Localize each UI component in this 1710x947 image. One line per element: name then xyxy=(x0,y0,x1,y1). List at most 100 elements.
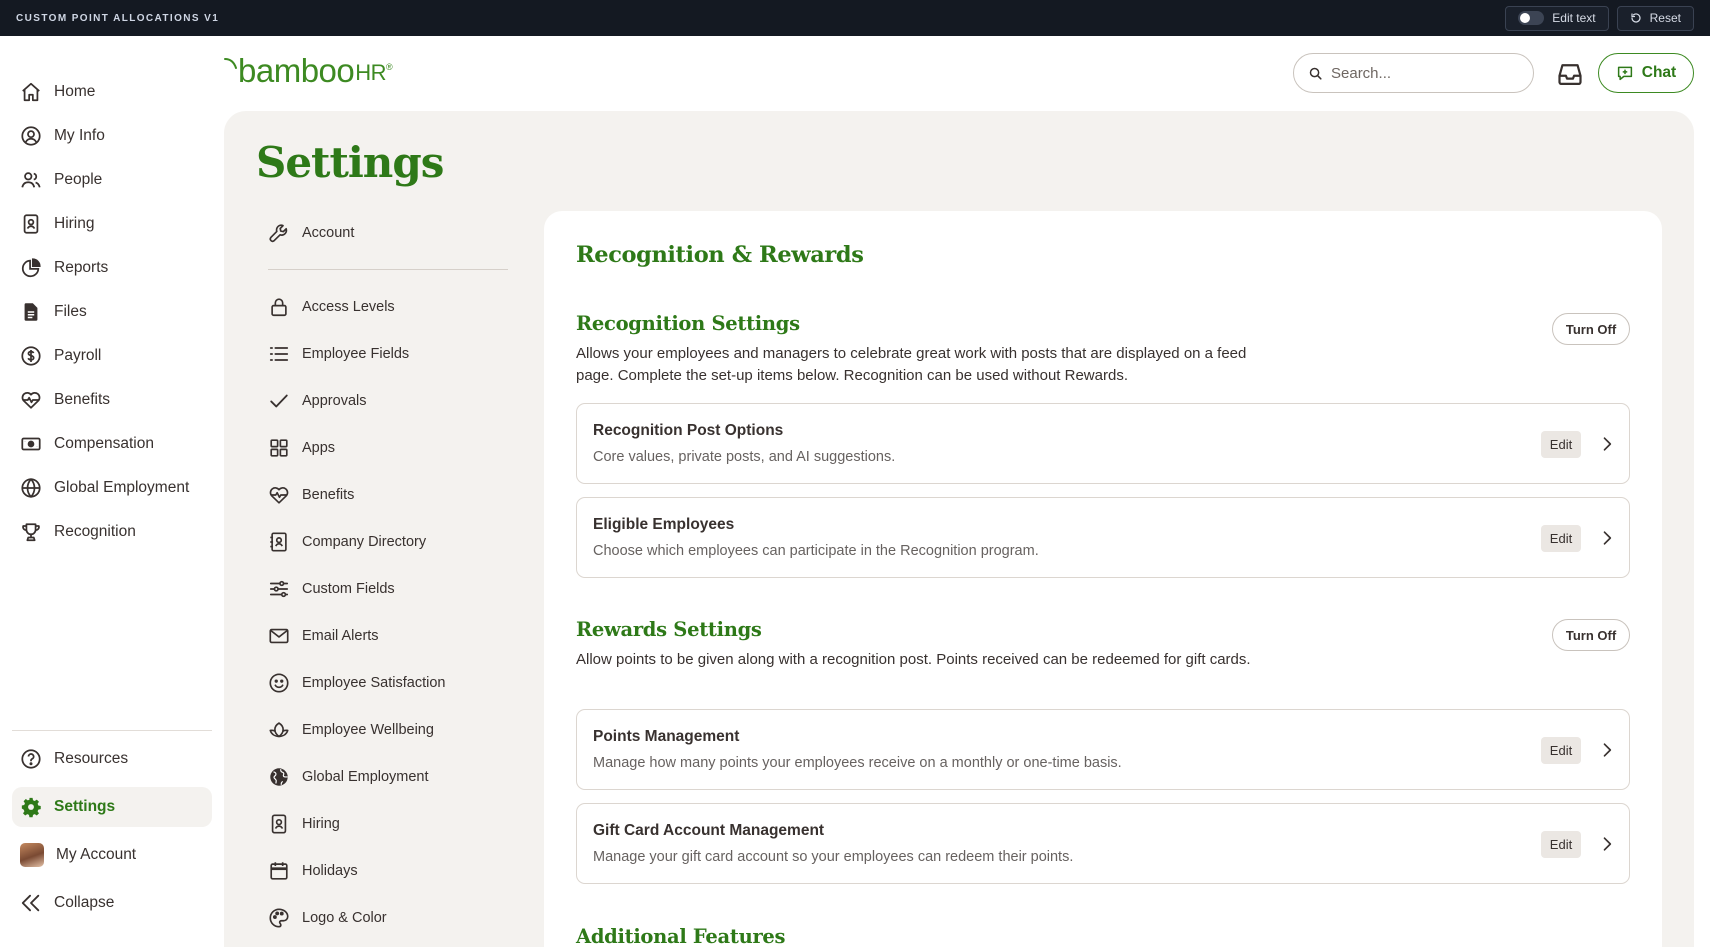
home-icon xyxy=(22,82,40,102)
recognition-description: Allows your employees and managers to ce… xyxy=(576,345,1247,384)
edit-text-toggle[interactable]: Edit text xyxy=(1505,5,1609,31)
settings-item-label: Custom Fields xyxy=(302,581,395,597)
settings-item-company-directory[interactable]: Company Directory xyxy=(268,525,512,559)
globe-icon xyxy=(21,478,41,498)
nav-item-people[interactable]: People xyxy=(12,160,212,200)
settings-item-access-levels[interactable]: Access Levels xyxy=(268,290,512,324)
settings-item-employee-satisfaction[interactable]: Employee Satisfaction xyxy=(268,666,512,700)
settings-item-label: Hiring xyxy=(302,816,340,832)
edit-button[interactable]: Edit xyxy=(1541,431,1581,458)
settings-item-label: Employee Satisfaction xyxy=(302,675,446,691)
nav-item-collapse[interactable]: Collapse xyxy=(12,883,212,923)
cash-icon xyxy=(21,437,41,451)
settings-item-global-employment[interactable]: Global Employment xyxy=(268,760,512,794)
nav-label: Compensation xyxy=(54,435,154,452)
search-box[interactable] xyxy=(1293,53,1534,93)
edit-button[interactable]: Edit xyxy=(1541,831,1581,858)
rewards-description: Allow points to be given along with a re… xyxy=(576,651,1251,668)
list-icon xyxy=(269,347,289,361)
edit-button[interactable]: Edit xyxy=(1541,737,1581,764)
nav-label: Benefits xyxy=(54,391,111,408)
settings-item-benefits[interactable]: Benefits xyxy=(268,478,512,512)
nav-label: Recognition xyxy=(54,523,136,540)
bamboohr-logo[interactable]: bamboo HR ® xyxy=(224,52,393,90)
nav-item-payroll[interactable]: Payroll xyxy=(12,336,212,376)
nav-item-my-account[interactable]: My Account xyxy=(12,835,212,875)
reset-button[interactable]: Reset xyxy=(1616,5,1694,31)
rewards-turn-off-button[interactable]: Turn Off xyxy=(1552,619,1630,651)
palette-icon xyxy=(269,908,289,928)
badge-icon xyxy=(23,214,39,234)
lock-icon xyxy=(271,298,287,317)
settings-item-employee-fields[interactable]: Employee Fields xyxy=(268,337,512,371)
nav-item-compensation[interactable]: Compensation xyxy=(12,424,212,464)
settings-item-logo-color[interactable]: Logo & Color xyxy=(268,901,512,935)
nav-label: Reports xyxy=(54,259,109,276)
nav-label: Home xyxy=(54,83,96,100)
row-subtitle: Choose which employees can participate i… xyxy=(593,543,1039,559)
additional-features-heading: Additional Features xyxy=(576,925,786,947)
nav-item-benefits[interactable]: Benefits xyxy=(12,380,212,420)
pie-chart-icon xyxy=(21,258,41,278)
points-management-row[interactable]: Points Management Manage how many points… xyxy=(576,709,1630,790)
nav-label: Collapse xyxy=(54,894,115,911)
badge-icon xyxy=(271,814,287,834)
settings-item-label: Apps xyxy=(302,440,336,456)
logo-hr-text: HR xyxy=(355,60,387,85)
nav-item-resources[interactable]: Resources xyxy=(12,739,212,779)
reset-icon xyxy=(1631,13,1641,23)
chat-icon xyxy=(1617,66,1632,81)
settings-item-label: Employee Wellbeing xyxy=(302,722,434,738)
contact-book-icon xyxy=(270,532,287,552)
settings-item-email-alerts[interactable]: Email Alerts xyxy=(268,619,512,653)
row-subtitle: Core values, private posts, and AI sugge… xyxy=(593,449,896,465)
settings-item-apps[interactable]: Apps xyxy=(268,431,512,465)
file-icon xyxy=(24,303,38,321)
settings-item-label: Logo & Color xyxy=(302,910,387,926)
rewards-settings-heading: Rewards Settings xyxy=(576,618,762,641)
settings-item-holidays[interactable]: Holidays xyxy=(268,854,512,888)
toggle-switch[interactable] xyxy=(1518,11,1545,25)
nav-item-files[interactable]: Files xyxy=(12,292,212,332)
row-title: Recognition Post Options xyxy=(593,422,784,439)
gift-card-account-management-row[interactable]: Gift Card Account Management Manage your… xyxy=(576,803,1630,884)
settings-item-label: Email Alerts xyxy=(302,628,379,644)
settings-item-employee-wellbeing[interactable]: Employee Wellbeing xyxy=(268,713,512,747)
inbox-icon[interactable] xyxy=(1556,60,1584,88)
nav-item-global-employment[interactable]: Global Employment xyxy=(12,468,212,508)
logo-registered-mark: ® xyxy=(386,62,393,72)
heart-pulse-icon xyxy=(21,392,41,409)
nav-label: Settings xyxy=(54,798,116,815)
nav-item-hiring[interactable]: Hiring xyxy=(12,204,212,244)
settings-item-approvals[interactable]: Approvals xyxy=(268,384,512,418)
page-title: Settings xyxy=(256,138,444,187)
settings-item-custom-fields[interactable]: Custom Fields xyxy=(268,572,512,606)
row-title: Points Management xyxy=(593,728,740,745)
reset-label: Reset xyxy=(1649,11,1681,25)
chevron-right-icon[interactable] xyxy=(1597,834,1617,854)
chevron-right-icon[interactable] xyxy=(1597,528,1617,548)
chat-button[interactable]: Chat xyxy=(1598,53,1694,93)
nav-item-recognition[interactable]: Recognition xyxy=(12,512,212,552)
nav-label: Files xyxy=(54,303,87,320)
project-name: CUSTOM POINT ALLOCATIONS V1 xyxy=(16,12,220,24)
nav-item-settings[interactable]: Settings xyxy=(12,787,212,827)
edit-button[interactable]: Edit xyxy=(1541,525,1581,552)
chevron-right-icon[interactable] xyxy=(1597,434,1617,454)
nav-item-home[interactable]: Home xyxy=(12,72,212,112)
search-input[interactable] xyxy=(1331,64,1511,82)
grid-icon xyxy=(270,439,288,457)
nav-item-my-info[interactable]: My Info xyxy=(12,116,212,156)
recognition-post-options-row[interactable]: Recognition Post Options Core values, pr… xyxy=(576,403,1630,484)
nav-item-reports[interactable]: Reports xyxy=(12,248,212,288)
eligible-employees-row[interactable]: Eligible Employees Choose which employee… xyxy=(576,497,1630,578)
sliders-icon xyxy=(269,580,289,598)
double-chevron-left-icon xyxy=(21,894,40,912)
settings-item-hiring[interactable]: Hiring xyxy=(268,807,512,841)
settings-item-label: Access Levels xyxy=(302,299,395,315)
nav-divider xyxy=(12,730,212,731)
row-title: Eligible Employees xyxy=(593,516,735,533)
chevron-right-icon[interactable] xyxy=(1597,740,1617,760)
recognition-turn-off-button[interactable]: Turn Off xyxy=(1552,313,1630,345)
settings-item-account[interactable]: Account xyxy=(268,216,512,250)
